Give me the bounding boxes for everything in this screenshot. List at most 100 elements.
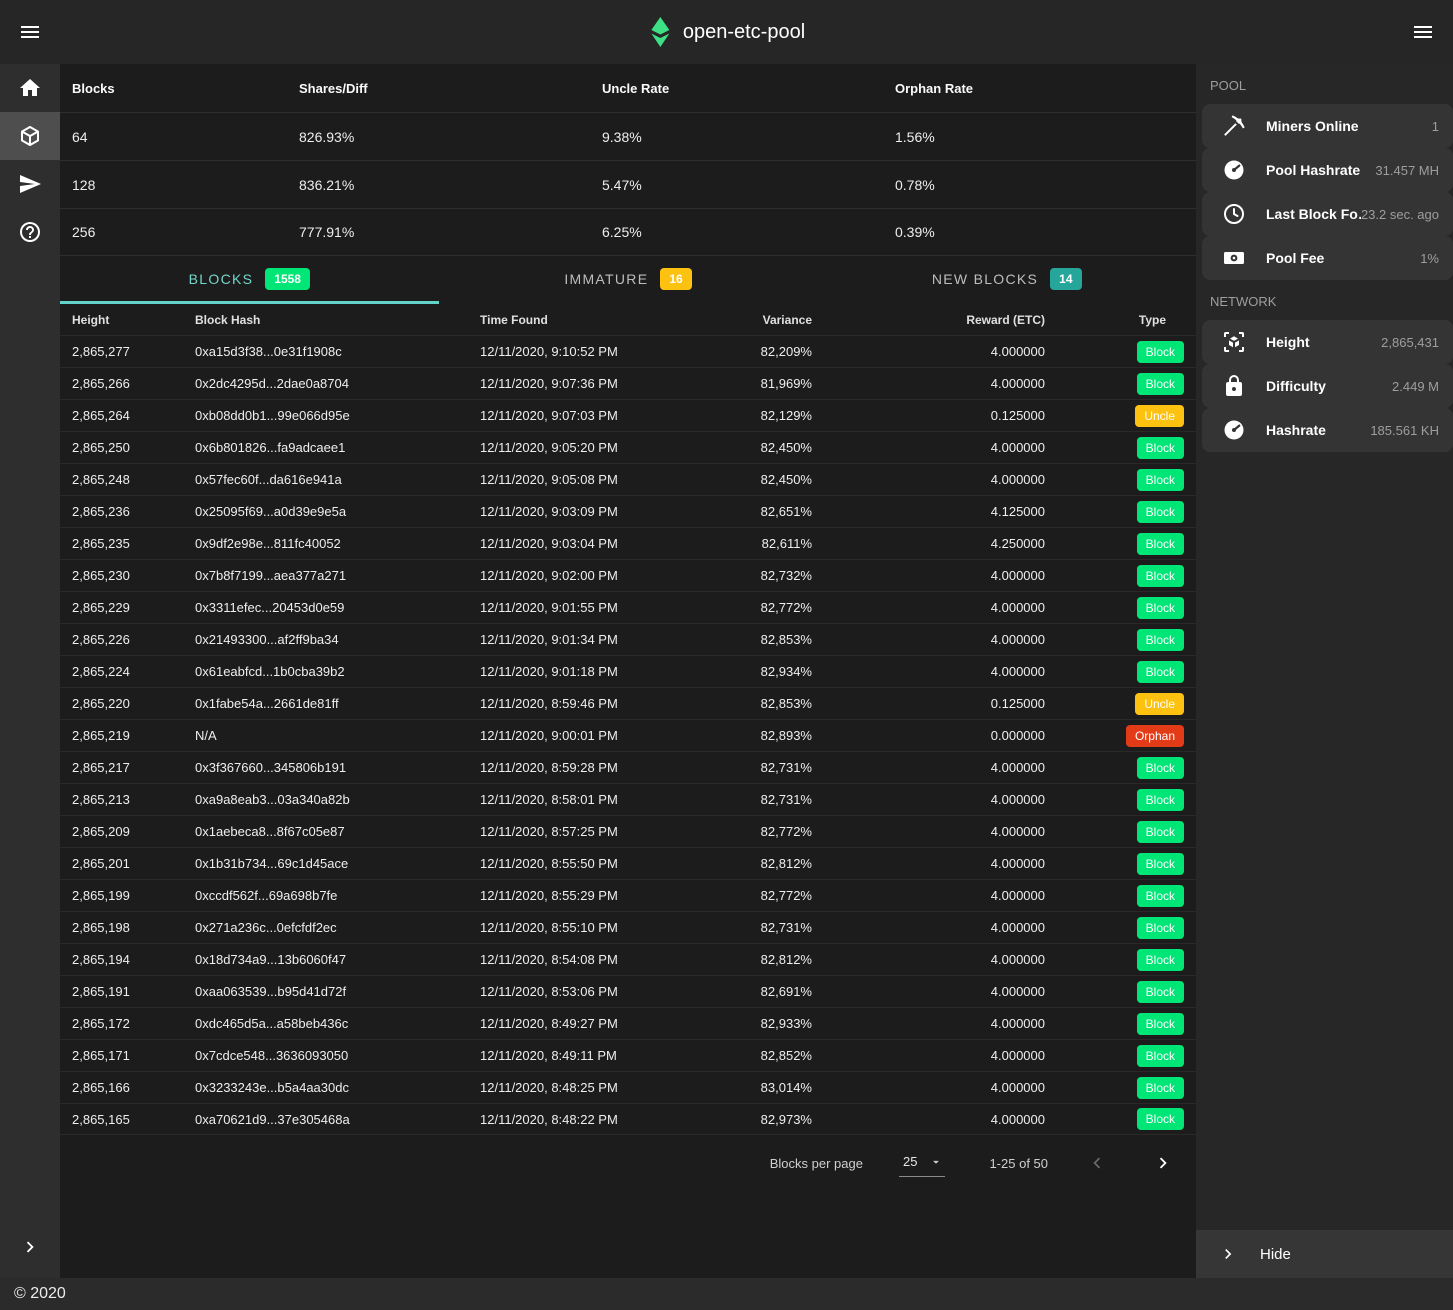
per-page-label: Blocks per page [770, 1156, 863, 1171]
block-table-row[interactable]: 2,865,236 0x25095f69...a0d39e9e5a 12/11/… [60, 495, 1196, 527]
col-header-time: Time Found [480, 313, 750, 327]
nav-home-item[interactable] [0, 64, 60, 112]
send-icon [18, 172, 42, 196]
nav-payments-item[interactable] [0, 160, 60, 208]
block-reward-cell: 4.000000 [812, 1016, 1045, 1031]
block-hash-cell: 0x3311efec...20453d0e59 [195, 600, 480, 615]
block-type-cell: Block [1045, 1077, 1196, 1099]
prev-page-button[interactable] [1086, 1152, 1108, 1174]
block-hash-cell: 0xa9a8eab3...03a340a82b [195, 792, 480, 807]
block-hash-cell: 0x3233243e...b5a4aa30dc [195, 1080, 480, 1095]
tab-immature-count-badge: 16 [660, 268, 691, 290]
block-table-row[interactable]: 2,865,194 0x18d734a9...13b6060f47 12/11/… [60, 943, 1196, 975]
block-time-cell: 12/11/2020, 9:07:36 PM [480, 376, 750, 391]
network-difficulty-label: Difficulty [1266, 378, 1392, 394]
banknote-icon [1202, 246, 1266, 270]
block-table-row[interactable]: 2,865,191 0xaa063539...b95d41d72f 12/11/… [60, 975, 1196, 1007]
block-type-chip: Block [1137, 1077, 1184, 1099]
block-variance-cell: 82,852% [750, 1048, 812, 1063]
block-time-cell: 12/11/2020, 9:05:08 PM [480, 472, 750, 487]
pagination-bar: Blocks per page 25 1-25 of 50 [60, 1135, 1196, 1191]
tab-immature[interactable]: IMMATURE 16 [439, 256, 818, 304]
block-type-chip: Block [1137, 373, 1184, 395]
block-type-cell: Block [1045, 661, 1196, 683]
block-table-row[interactable]: 2,865,171 0x7cdce548...3636093050 12/11/… [60, 1039, 1196, 1071]
block-type-cell: Uncle [1045, 693, 1196, 715]
stats-cell-orphan-rate: 0.39% [883, 224, 1196, 240]
block-table-row[interactable]: 2,865,224 0x61eabfcd...1b0cba39b2 12/11/… [60, 655, 1196, 687]
block-table-row[interactable]: 2,865,201 0x1b31b734...69c1d45ace 12/11/… [60, 847, 1196, 879]
next-page-button[interactable] [1152, 1152, 1174, 1174]
block-time-cell: 12/11/2020, 8:48:22 PM [480, 1112, 750, 1127]
block-table-row[interactable]: 2,865,229 0x3311efec...20453d0e59 12/11/… [60, 591, 1196, 623]
tab-new-blocks[interactable]: NEW BLOCKS 14 [817, 256, 1196, 304]
pool-miners-online-value: 1 [1432, 119, 1439, 134]
block-hash-cell: 0x7cdce548...3636093050 [195, 1048, 480, 1063]
block-table-row[interactable]: 2,865,220 0x1fabe54a...2661de81ff 12/11/… [60, 687, 1196, 719]
block-table-row[interactable]: 2,865,248 0x57fec60f...da616e941a 12/11/… [60, 463, 1196, 495]
hide-label: Hide [1260, 1246, 1291, 1263]
nav-help-item[interactable] [0, 208, 60, 256]
block-variance-cell: 83,014% [750, 1080, 812, 1095]
block-time-cell: 12/11/2020, 9:10:52 PM [480, 344, 750, 359]
block-hash-cell: 0x6b801826...fa9adcaee1 [195, 440, 480, 455]
menu-icon[interactable] [10, 12, 50, 52]
sidebar-hide-button[interactable]: Hide [1196, 1230, 1453, 1278]
block-table-row[interactable]: 2,865,209 0x1aebeca8...8f67c05e87 12/11/… [60, 815, 1196, 847]
block-type-chip: Block [1137, 501, 1184, 523]
block-reward-cell: 4.000000 [812, 888, 1045, 903]
block-type-cell: Block [1045, 885, 1196, 907]
block-table-row[interactable]: 2,865,266 0x2dc4295d...2dae0a8704 12/11/… [60, 367, 1196, 399]
rail-expand-toggle[interactable] [0, 1236, 60, 1258]
block-table-row[interactable]: 2,865,172 0xdc465d5a...a58beb436c 12/11/… [60, 1007, 1196, 1039]
block-type-cell: Block [1045, 373, 1196, 395]
blocks-tabs: BLOCKS 1558 IMMATURE 16 NEW BLOCKS 14 [60, 256, 1196, 304]
pool-last-block-value: 23.2 sec. ago [1361, 207, 1439, 222]
block-time-cell: 12/11/2020, 9:00:01 PM [480, 728, 750, 743]
block-table-row[interactable]: 2,865,198 0x271a236c...0efcfdf2ec 12/11/… [60, 911, 1196, 943]
pool-hashrate: Pool Hashrate 31.457 MH [1202, 148, 1453, 192]
block-table-row[interactable]: 2,865,235 0x9df2e98e...811fc40052 12/11/… [60, 527, 1196, 559]
tab-blocks[interactable]: BLOCKS 1558 [60, 256, 439, 304]
nav-blocks-item[interactable] [0, 112, 60, 160]
block-time-cell: 12/11/2020, 8:58:01 PM [480, 792, 750, 807]
block-variance-cell: 82,450% [750, 472, 812, 487]
network-hashrate: Hashrate 185.561 KH [1202, 408, 1453, 452]
chevron-right-icon [1196, 1244, 1260, 1264]
block-table-row[interactable]: 2,865,217 0x3f367660...345806b191 12/11/… [60, 751, 1196, 783]
cube-scan-icon [1202, 330, 1266, 354]
network-difficulty: Difficulty 2.449 M [1202, 364, 1453, 408]
block-reward-cell: 4.000000 [812, 952, 1045, 967]
block-type-chip: Block [1137, 821, 1184, 843]
stats-cell-blocks: 128 [60, 177, 287, 193]
block-time-cell: 12/11/2020, 9:01:55 PM [480, 600, 750, 615]
block-variance-cell: 82,732% [750, 568, 812, 583]
overflow-menu-icon[interactable] [1403, 12, 1443, 52]
block-table-row[interactable]: 2,865,199 0xccdf562f...69a698b7fe 12/11/… [60, 879, 1196, 911]
block-table-row[interactable]: 2,865,165 0xa70621d9...37e305468a 12/11/… [60, 1103, 1196, 1135]
block-table-row[interactable]: 2,865,213 0xa9a8eab3...03a340a82b 12/11/… [60, 783, 1196, 815]
block-table-row[interactable]: 2,865,219 N/A 12/11/2020, 9:00:01 PM 82,… [60, 719, 1196, 751]
pool-last-block-found: Last Block Fo… 23.2 sec. ago [1202, 192, 1453, 236]
block-table-row[interactable]: 2,865,166 0x3233243e...b5a4aa30dc 12/11/… [60, 1071, 1196, 1103]
block-height-cell: 2,865,171 [60, 1048, 195, 1063]
block-table-row[interactable]: 2,865,250 0x6b801826...fa9adcaee1 12/11/… [60, 431, 1196, 463]
block-table-row[interactable]: 2,865,277 0xa15d3f38...0e31f1908c 12/11/… [60, 335, 1196, 367]
block-table-row[interactable]: 2,865,264 0xb08dd0b1...99e066d95e 12/11/… [60, 399, 1196, 431]
stats-cell-orphan-rate: 1.56% [883, 129, 1196, 145]
block-time-cell: 12/11/2020, 9:03:09 PM [480, 504, 750, 519]
block-type-cell: Block [1045, 565, 1196, 587]
block-time-cell: 12/11/2020, 9:01:34 PM [480, 632, 750, 647]
block-table-row[interactable]: 2,865,226 0x21493300...af2ff9ba34 12/11/… [60, 623, 1196, 655]
block-time-cell: 12/11/2020, 9:03:04 PM [480, 536, 750, 551]
etc-logo-icon [648, 16, 672, 48]
block-type-chip: Block [1137, 885, 1184, 907]
block-table-row[interactable]: 2,865,230 0x7b8f7199...aea377a271 12/11/… [60, 559, 1196, 591]
per-page-select[interactable]: 25 [899, 1149, 945, 1177]
block-reward-cell: 4.125000 [812, 504, 1045, 519]
block-hash-cell: 0x25095f69...a0d39e9e5a [195, 504, 480, 519]
block-reward-cell: 4.000000 [812, 856, 1045, 871]
block-variance-cell: 82,450% [750, 440, 812, 455]
network-height-label: Height [1266, 334, 1381, 350]
block-time-cell: 12/11/2020, 8:55:50 PM [480, 856, 750, 871]
